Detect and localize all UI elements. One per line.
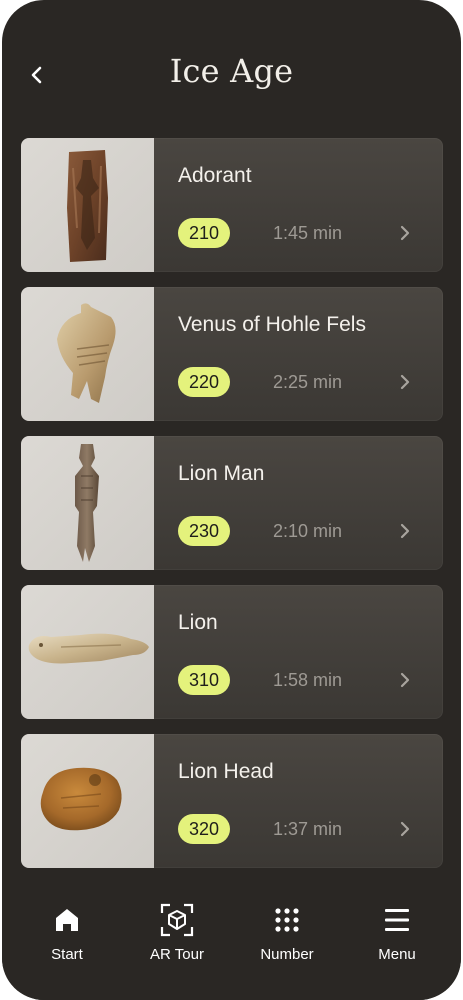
lion-man-artifact-image <box>75 444 99 562</box>
item-title: Adorant <box>178 164 252 187</box>
tab-ar-tour[interactable]: AR Tour <box>127 900 227 963</box>
keypad-icon <box>267 900 307 940</box>
tab-label: Start <box>51 946 83 963</box>
list-item[interactable]: Venus of Hohle Fels 220 2:25 min <box>21 287 443 421</box>
number-badge: 230 <box>178 516 230 546</box>
tab-label: Menu <box>378 946 416 963</box>
item-title: Lion <box>178 611 218 634</box>
number-badge: 320 <box>178 814 230 844</box>
list-item[interactable]: Lion Man 230 2:10 min <box>21 436 443 570</box>
chevron-right-icon <box>400 374 410 390</box>
exhibit-list: Adorant 210 1:45 min Venus of Hohle Fels… <box>21 138 443 868</box>
lion-head-artifact-image <box>40 767 122 831</box>
item-title: Lion Man <box>178 462 265 485</box>
number-badge: 310 <box>178 665 230 695</box>
list-item[interactable]: Lion 310 1:58 min <box>21 585 443 719</box>
item-duration: 1:58 min <box>273 670 343 690</box>
ar-cube-icon <box>157 900 197 940</box>
chevron-right-icon <box>400 225 410 241</box>
artifact-thumbnail <box>21 585 154 719</box>
tab-number[interactable]: Number <box>237 900 337 963</box>
chevron-right-icon <box>400 821 410 837</box>
item-duration: 1:45 min <box>273 223 343 243</box>
adorant-artifact-image <box>67 150 108 262</box>
home-icon <box>47 900 87 940</box>
artifact-thumbnail <box>21 436 154 570</box>
tab-label: Number <box>260 946 314 963</box>
number-badge: 220 <box>178 367 230 397</box>
chevron-right-icon <box>400 672 410 688</box>
tab-label: AR Tour <box>150 946 204 963</box>
list-item[interactable]: Adorant 210 1:45 min <box>21 138 443 272</box>
chevron-right-icon <box>400 523 410 539</box>
tab-bar: Start AR Tour Number Menu <box>2 870 461 1000</box>
tab-menu[interactable]: Menu <box>347 900 447 963</box>
item-title: Venus of Hohle Fels <box>178 313 366 336</box>
artifact-thumbnail <box>21 287 154 421</box>
artifact-thumbnail <box>21 138 154 272</box>
item-duration: 1:37 min <box>273 819 343 839</box>
item-duration: 2:25 min <box>273 372 343 392</box>
menu-icon <box>377 900 417 940</box>
page-title: Ice Age <box>169 52 294 90</box>
list-item[interactable]: Lion Head 320 1:37 min <box>21 734 443 868</box>
item-duration: 2:10 min <box>273 521 343 541</box>
venus-artifact-image <box>57 303 116 403</box>
lion-artifact-image <box>28 633 149 664</box>
item-title: Lion Head <box>178 760 274 783</box>
artifact-thumbnail <box>21 734 154 868</box>
number-badge: 210 <box>178 218 230 248</box>
tab-start[interactable]: Start <box>17 900 117 963</box>
app-screen: Ice Age Adorant 210 1:45 min Venus of Ho… <box>2 0 461 1000</box>
